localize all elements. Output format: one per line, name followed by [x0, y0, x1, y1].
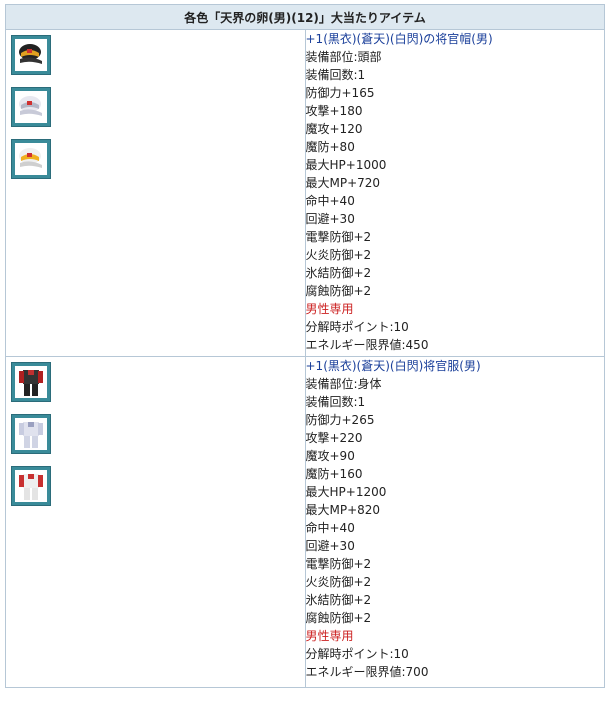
- stat-line: 腐蝕防御+2: [305, 284, 372, 298]
- item-name: +1(黒衣)(蒼天)(白閃)の将官帽(男): [305, 32, 493, 46]
- stat-line: 装備部位:身体: [305, 377, 382, 391]
- stat-line: 火炎防御+2: [305, 248, 372, 262]
- item-details: +1(黒衣)(蒼天)(白閃)将官服(男) 装備部位:身体 装備回数:1 防御力+…: [304, 356, 605, 688]
- stat-line: 腐蝕防御+2: [305, 611, 372, 625]
- stat-line: 電撃防御+2: [305, 557, 372, 571]
- stat-line: 攻撃+180: [305, 104, 363, 118]
- stat-line: 回避+30: [305, 212, 355, 226]
- white-cap-icon: [11, 87, 51, 127]
- stat-line: 最大MP+820: [305, 503, 381, 517]
- stat-line: 装備部位:頭部: [305, 50, 382, 64]
- stat-line: 装備回数:1: [305, 395, 366, 409]
- stat-line: 氷結防御+2: [305, 593, 372, 607]
- gender-restriction: 男性専用: [305, 629, 354, 643]
- yellow-cap-icon: [11, 139, 51, 179]
- gender-restriction: 男性専用: [305, 302, 354, 316]
- black-uniform-icon: [11, 362, 51, 402]
- table-title: 各色「天界の卵(男)(12)」大当たりアイテム: [5, 4, 605, 30]
- stat-line: 防御力+265: [305, 413, 375, 427]
- stat-line: 最大HP+1000: [305, 158, 387, 172]
- item-table-container: 各色「天界の卵(男)(12)」大当たりアイテム +1(黒衣)(蒼天)(白閃)の将…: [5, 4, 612, 688]
- stat-line: 攻撃+220: [305, 431, 363, 445]
- stat-line: 魔攻+120: [305, 122, 363, 136]
- stat-line: 防御力+165: [305, 86, 375, 100]
- stat-line: エネルギー限界値:450: [305, 338, 429, 352]
- stat-line: 電撃防御+2: [305, 230, 372, 244]
- white-uniform-icon: [11, 414, 51, 454]
- stat-line: 火炎防御+2: [305, 575, 372, 589]
- stat-line: 氷結防御+2: [305, 266, 372, 280]
- stat-line: 魔攻+90: [305, 449, 355, 463]
- item-name: +1(黒衣)(蒼天)(白閃)将官服(男): [305, 359, 481, 373]
- stat-line: 魔防+160: [305, 467, 363, 481]
- stat-line: 最大HP+1200: [305, 485, 387, 499]
- stat-line: 最大MP+720: [305, 176, 381, 190]
- table-row: +1(黒衣)(蒼天)(白閃)の将官帽(男) 装備部位:頭部 装備回数:1 防御力…: [5, 29, 605, 357]
- stat-line: 命中+40: [305, 194, 355, 208]
- red-white-uniform-icon: [11, 466, 51, 506]
- stat-line: 回避+30: [305, 539, 355, 553]
- item-details: +1(黒衣)(蒼天)(白閃)の将官帽(男) 装備部位:頭部 装備回数:1 防御力…: [304, 29, 605, 357]
- table-row: +1(黒衣)(蒼天)(白閃)将官服(男) 装備部位:身体 装備回数:1 防御力+…: [5, 356, 605, 688]
- icon-cell: [5, 356, 306, 688]
- stat-line: エネルギー限界値:700: [305, 665, 429, 679]
- stat-line: 命中+40: [305, 521, 355, 535]
- stat-line: 装備回数:1: [305, 68, 366, 82]
- item-table: 各色「天界の卵(男)(12)」大当たりアイテム +1(黒衣)(蒼天)(白閃)の将…: [5, 4, 605, 688]
- stat-line: 分解時ポイント:10: [305, 320, 409, 334]
- black-cap-icon: [11, 35, 51, 75]
- stat-line: 分解時ポイント:10: [305, 647, 409, 661]
- icon-cell: [5, 29, 306, 357]
- stat-line: 魔防+80: [305, 140, 355, 154]
